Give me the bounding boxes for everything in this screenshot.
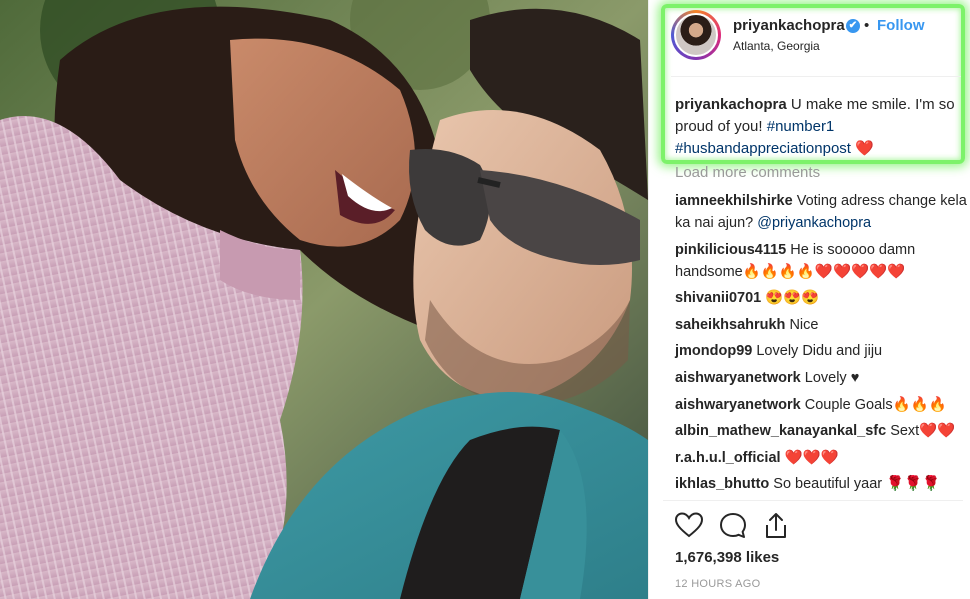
hashtag-link[interactable]: #number1 bbox=[767, 118, 835, 135]
post-caption: priyankachopra U make me smile. I'm so p… bbox=[675, 94, 965, 160]
comment-item: albin_mathew_kanayankal_sfc Sext❤️❤️ bbox=[675, 420, 967, 442]
post-username[interactable]: priyankachopra bbox=[733, 17, 845, 34]
header-separator: • bbox=[864, 17, 870, 34]
comment-text: 😍😍😍 bbox=[761, 290, 820, 307]
heart-emoji: ❤️ bbox=[855, 140, 874, 157]
caption-username[interactable]: priyankachopra bbox=[675, 96, 787, 113]
heart-outline-icon[interactable] bbox=[674, 512, 704, 543]
comment-item: ikhlas_bhutto So beautiful yaar 🌹🌹🌹 bbox=[675, 473, 967, 495]
comment-item: aishwaryanetwork Lovely ♥ bbox=[675, 367, 967, 389]
comment-text: Nice bbox=[785, 316, 819, 333]
comment-item: aishwaryanetwork Couple Goals🔥🔥🔥 bbox=[675, 394, 967, 416]
comment-username[interactable]: shivanii0701 bbox=[675, 290, 761, 306]
comment-text: ❤️❤️❤️ bbox=[780, 449, 839, 466]
comment-item: r.a.h.u.l_official ❤️❤️❤️ bbox=[675, 447, 967, 469]
comment-username[interactable]: ikhlas_bhutto bbox=[675, 476, 769, 492]
post-timestamp[interactable]: 12 HOURS AGO bbox=[675, 578, 761, 590]
comment-text: So beautiful yaar 🌹🌹🌹 bbox=[769, 476, 941, 493]
avatar-image bbox=[674, 13, 718, 57]
avatar[interactable] bbox=[671, 10, 721, 60]
photo-illustration bbox=[0, 0, 648, 599]
share-upload-icon[interactable] bbox=[763, 512, 789, 545]
comment-text: Lovely ♥ bbox=[800, 369, 860, 386]
post-location[interactable]: Atlanta, Georgia bbox=[733, 39, 820, 53]
verified-badge-icon: ✔ bbox=[846, 19, 860, 33]
comment-username[interactable]: jmondop99 bbox=[675, 343, 752, 359]
comment-item: pinkilicious4115 He is sooooo damn hands… bbox=[675, 239, 967, 283]
follow-button[interactable]: Follow bbox=[877, 17, 925, 34]
comment-text: Lovely Didu and jiju bbox=[752, 343, 883, 360]
comment-mention[interactable]: @priyankachopra bbox=[757, 215, 871, 231]
post-details-panel: priyankachopra ✔ • Follow Atlanta, Georg… bbox=[648, 0, 970, 599]
comments-list: iamneekhilshirke Voting adress change ke… bbox=[675, 190, 967, 500]
comment-username[interactable]: pinkilicious4115 bbox=[675, 242, 786, 258]
comment-item: iamneekhilshirke Voting adress change ke… bbox=[675, 190, 967, 234]
actions-divider bbox=[663, 500, 963, 501]
comment-text: Couple Goals🔥🔥🔥 bbox=[800, 396, 947, 413]
comment-username[interactable]: aishwaryanetwork bbox=[675, 397, 801, 413]
likes-count[interactable]: 1,676,398 likes bbox=[675, 549, 779, 566]
comment-item: saheikhsahrukh Nice bbox=[675, 314, 967, 336]
comment-username[interactable]: albin_mathew_kanayankal_sfc bbox=[675, 423, 886, 439]
comment-bubble-icon[interactable] bbox=[719, 512, 747, 545]
hashtag-link[interactable]: #husbandappreciationpost bbox=[675, 140, 851, 157]
comment-username[interactable]: iamneekhilshirke bbox=[675, 193, 793, 209]
comment-username[interactable]: saheikhsahrukh bbox=[675, 317, 785, 333]
header-divider bbox=[671, 76, 961, 77]
comment-item: shivanii0701 😍😍😍 bbox=[675, 287, 967, 309]
comment-username[interactable]: aishwaryanetwork bbox=[675, 370, 801, 386]
load-more-comments-link[interactable]: Load more comments bbox=[675, 164, 820, 181]
comment-item: jmondop99 Lovely Didu and jiju bbox=[675, 340, 967, 362]
comment-text: Sext❤️❤️ bbox=[886, 423, 956, 440]
comment-username[interactable]: r.a.h.u.l_official bbox=[675, 450, 781, 466]
post-photo[interactable] bbox=[0, 0, 648, 599]
